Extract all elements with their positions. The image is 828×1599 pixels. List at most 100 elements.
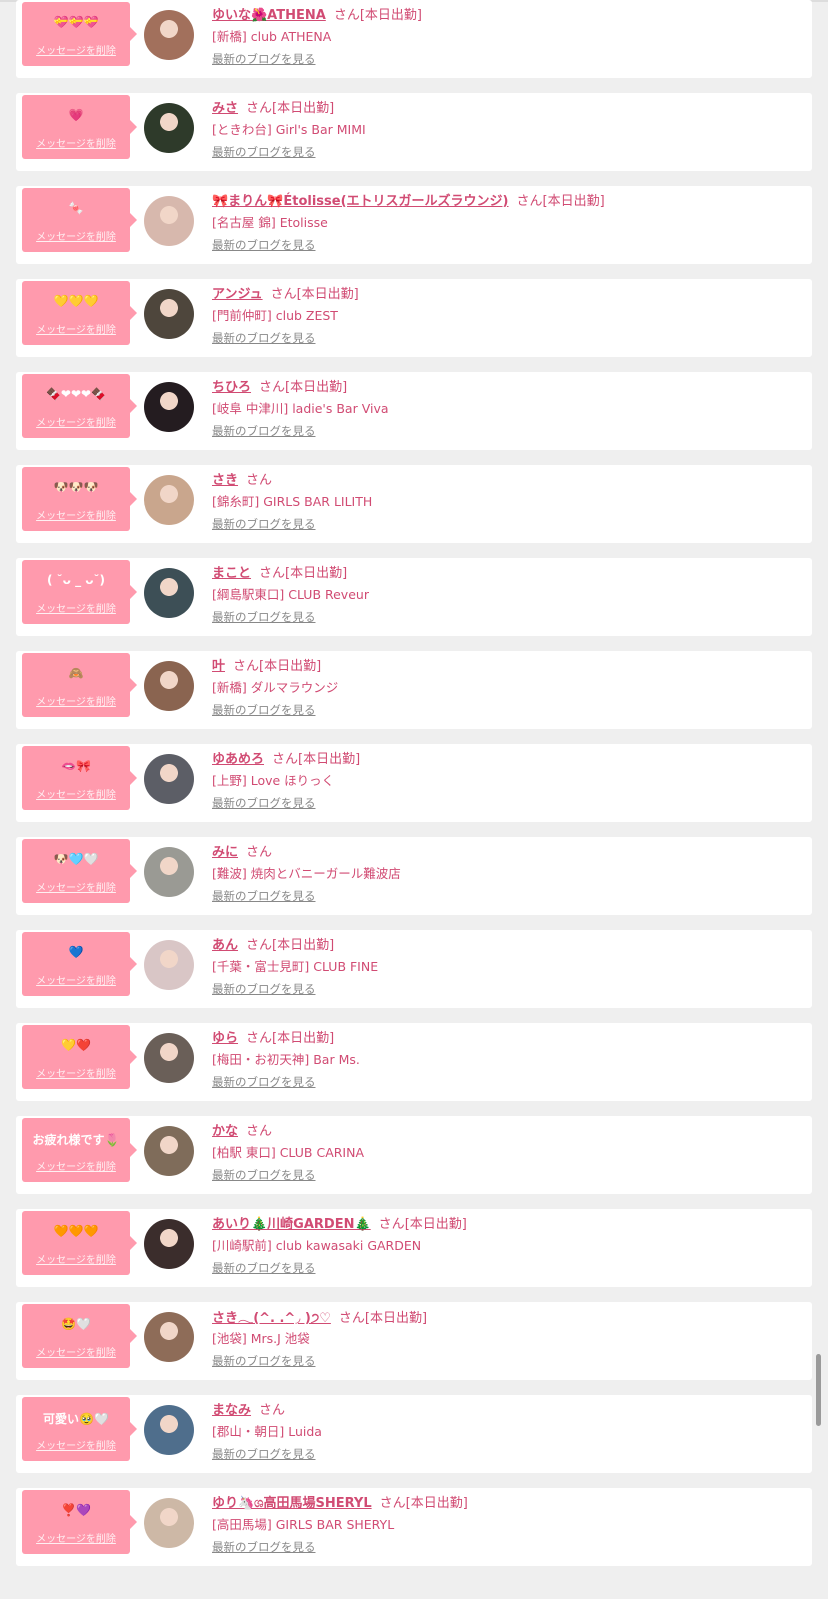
- cast-name-link[interactable]: まなみ: [212, 1403, 251, 1418]
- message-bubble: 🍫❤❤❤🍫 メッセージを削除: [22, 374, 137, 438]
- message-bubble: 🧡🧡🧡 メッセージを削除: [22, 1211, 137, 1275]
- delete-message-link[interactable]: メッセージを削除: [22, 507, 130, 522]
- delete-message-link[interactable]: メッセージを削除: [22, 414, 130, 429]
- cast-name-link[interactable]: あん: [212, 938, 238, 953]
- shop-info: [柏駅 東口] CLUB CARINA: [212, 1145, 365, 1160]
- avatar[interactable]: [144, 1219, 194, 1269]
- avatar[interactable]: [144, 940, 194, 990]
- avatar[interactable]: [144, 568, 194, 618]
- delete-message-link[interactable]: メッセージを削除: [22, 1251, 130, 1266]
- message-text: 可愛い🥹🤍: [43, 1412, 109, 1426]
- cast-name-link[interactable]: さき: [212, 473, 238, 488]
- delete-message-link[interactable]: メッセージを削除: [22, 1530, 130, 1545]
- cast-header: ちひろ さん[本日出勤]: [212, 376, 347, 395]
- message-row: 🐶🩵🤍 メッセージを削除 みに さん [難波] 焼肉とバニーガール難波店 最新のブログを見…: [16, 837, 812, 915]
- cast-header: まなみ さん: [212, 1399, 285, 1418]
- message-text: 🐶🐶🐶: [53, 480, 99, 494]
- delete-message-link[interactable]: メッセージを削除: [22, 321, 130, 336]
- avatar[interactable]: [144, 382, 194, 432]
- cast-name-link[interactable]: ゆあめろ: [212, 752, 264, 767]
- cast-name-link[interactable]: まこと: [212, 566, 251, 581]
- latest-blog-link[interactable]: 最新のブログを見る: [212, 1074, 316, 1090]
- cast-name-link[interactable]: 🎀まりん🎀Étolisse(エトリスガールズラウンジ): [212, 194, 509, 209]
- delete-message-link[interactable]: メッセージを削除: [22, 1065, 130, 1080]
- latest-blog-link[interactable]: 最新のブログを見る: [212, 330, 316, 346]
- cast-name-link[interactable]: みさ: [212, 101, 238, 116]
- avatar[interactable]: [144, 10, 194, 60]
- latest-blog-link[interactable]: 最新のブログを見る: [212, 1539, 316, 1555]
- message-row: 🧡🧡🧡 メッセージを削除 あいり🎄川崎GARDEN🎄 さん[本日出勤] [川崎駅前] c…: [16, 1209, 812, 1287]
- delete-message-link[interactable]: メッセージを削除: [22, 1437, 130, 1452]
- avatar[interactable]: [144, 1498, 194, 1548]
- honorific: さん: [259, 380, 286, 395]
- delete-message-link[interactable]: メッセージを削除: [22, 972, 130, 987]
- message-bubble: 🙈 メッセージを削除: [22, 653, 137, 717]
- delete-message-link[interactable]: メッセージを削除: [22, 228, 130, 243]
- message-text: 🤩🤍: [61, 1317, 91, 1331]
- shop-info: [郡山・朝日] Luida: [212, 1424, 322, 1439]
- scrollbar[interactable]: [816, 1354, 821, 1426]
- message-text: 🐶🩵🤍: [53, 852, 99, 866]
- latest-blog-link[interactable]: 最新のブログを見る: [212, 516, 316, 532]
- message-row: ❣️💜 メッセージを削除 ゆり🦄ශ高田馬場SHERYL さん[本日出勤] [高田馬場] …: [16, 1488, 812, 1566]
- latest-blog-link[interactable]: 最新のブログを見る: [212, 144, 316, 160]
- latest-blog-link[interactable]: 最新のブログを見る: [212, 1353, 316, 1369]
- avatar[interactable]: [144, 196, 194, 246]
- delete-message-link[interactable]: メッセージを削除: [22, 1344, 130, 1359]
- cast-name-link[interactable]: ちひろ: [212, 380, 251, 395]
- cast-header: 叶さん[本日出勤]: [212, 655, 321, 674]
- latest-blog-link[interactable]: 最新のブログを見る: [212, 237, 316, 253]
- delete-message-link[interactable]: メッセージを削除: [22, 42, 130, 57]
- cast-header: 🎀まりん🎀Étolisse(エトリスガールズラウンジ) さん[本日出勤]: [212, 190, 605, 209]
- latest-blog-link[interactable]: 最新のブログを見る: [212, 888, 316, 904]
- latest-blog-link[interactable]: 最新のブログを見る: [212, 51, 316, 67]
- latest-blog-link[interactable]: 最新のブログを見る: [212, 1446, 316, 1462]
- avatar[interactable]: [144, 754, 194, 804]
- message-row: 🫦🎀 メッセージを削除 ゆあめろ さん[本日出勤] [上野] Love ほりっく 最新のブ…: [16, 744, 812, 822]
- honorific: さん: [246, 1031, 273, 1046]
- cast-name-link[interactable]: ゆら: [212, 1031, 238, 1046]
- message-row: 💙 メッセージを削除 あん さん[本日出勤] [千葉・富士見町] CLUB FINE 最新…: [16, 930, 812, 1008]
- avatar[interactable]: [144, 1312, 194, 1362]
- message-bubble: 💛❤️ メッセージを削除: [22, 1025, 137, 1089]
- delete-message-link[interactable]: メッセージを削除: [22, 135, 130, 150]
- delete-message-link[interactable]: メッセージを削除: [22, 879, 130, 894]
- avatar[interactable]: [144, 103, 194, 153]
- delete-message-link[interactable]: メッセージを削除: [22, 693, 130, 708]
- cast-name-link[interactable]: ゆり🦄ශ高田馬場SHERYL: [212, 1496, 372, 1511]
- cast-header: さき𓂃(^. .^◞ )੭♡ さん[本日出勤]: [212, 1306, 427, 1327]
- cast-name-link[interactable]: かな: [212, 1124, 238, 1139]
- message-bubble: 💝💝💝 メッセージを削除: [22, 2, 137, 66]
- avatar[interactable]: [144, 1033, 194, 1083]
- delete-message-link[interactable]: メッセージを削除: [22, 786, 130, 801]
- honorific: さん: [246, 938, 273, 953]
- honorific: さん: [516, 194, 543, 209]
- latest-blog-link[interactable]: 最新のブログを見る: [212, 795, 316, 811]
- honorific: さん: [233, 659, 260, 674]
- avatar[interactable]: [144, 289, 194, 339]
- avatar[interactable]: [144, 847, 194, 897]
- latest-blog-link[interactable]: 最新のブログを見る: [212, 423, 316, 439]
- latest-blog-link[interactable]: 最新のブログを見る: [212, 981, 316, 997]
- cast-name-link[interactable]: アンジュ: [212, 287, 263, 302]
- message-row: 💛💛💛 メッセージを削除 アンジュ さん[本日出勤] [門前仲町] club ZEST 最…: [16, 279, 812, 357]
- delete-message-link[interactable]: メッセージを削除: [22, 1158, 130, 1173]
- message-text: 🙈: [68, 666, 84, 680]
- latest-blog-link[interactable]: 最新のブログを見る: [212, 1260, 316, 1276]
- latest-blog-link[interactable]: 最新のブログを見る: [212, 1167, 316, 1183]
- honorific: さん: [246, 473, 273, 488]
- avatar[interactable]: [144, 1405, 194, 1455]
- message-bubble: お疲れ様です🌷 メッセージを削除: [22, 1118, 137, 1182]
- message-text: 🫦🎀: [61, 759, 91, 773]
- avatar[interactable]: [144, 1126, 194, 1176]
- cast-name-link[interactable]: 叶: [212, 659, 225, 674]
- cast-name-link[interactable]: あいり🎄川崎GARDEN🎄: [212, 1217, 371, 1232]
- avatar[interactable]: [144, 661, 194, 711]
- latest-blog-link[interactable]: 最新のブログを見る: [212, 609, 316, 625]
- cast-name-link[interactable]: ゆいな🌺ATHENA: [212, 8, 326, 23]
- avatar[interactable]: [144, 475, 194, 525]
- delete-message-link[interactable]: メッセージを削除: [22, 600, 130, 615]
- latest-blog-link[interactable]: 最新のブログを見る: [212, 702, 316, 718]
- cast-name-link[interactable]: さき𓂃(^. .^◞ )੭♡: [212, 1311, 331, 1326]
- cast-name-link[interactable]: みに: [212, 845, 238, 860]
